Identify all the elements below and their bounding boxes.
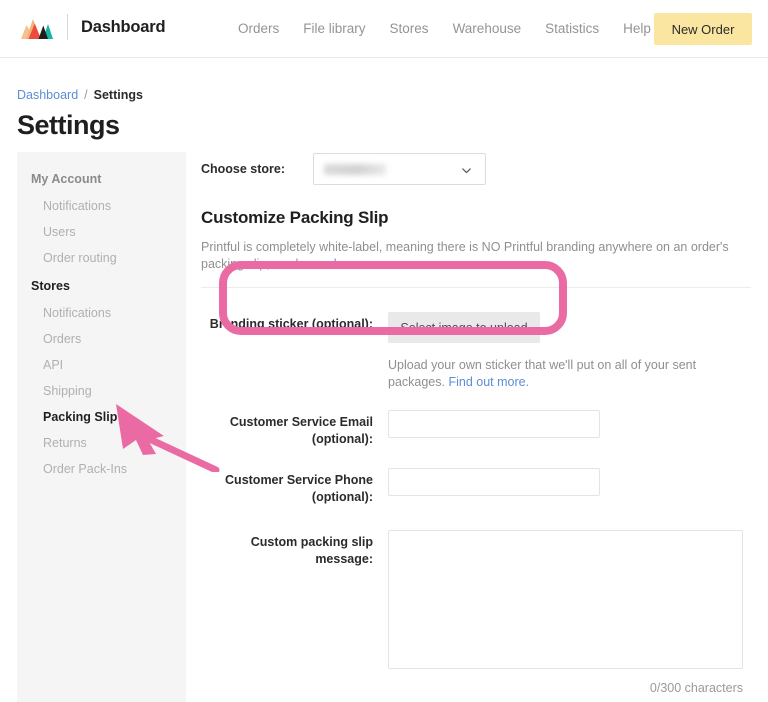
custom-packing-slip-message-row: Custom packing slip message: bbox=[201, 530, 753, 674]
section-description-here-link[interactable]: here bbox=[334, 257, 359, 271]
character-counter: 0/300 characters bbox=[201, 681, 743, 695]
branding-sticker-help-text: Upload your own sticker that we'll put o… bbox=[388, 357, 748, 391]
sidebar-item-returns[interactable]: Returns bbox=[17, 430, 186, 456]
top-navigation-bar: Dashboard Orders File library Stores War… bbox=[0, 0, 768, 58]
breadcrumb: Dashboard / Settings bbox=[17, 88, 143, 102]
customer-service-phone-label: Customer Service Phone (optional): bbox=[201, 468, 373, 506]
sidebar-item-orders[interactable]: Orders bbox=[17, 326, 186, 352]
brand[interactable]: Dashboard bbox=[21, 14, 165, 40]
breadcrumb-current-settings: Settings bbox=[94, 88, 143, 102]
custom-packing-slip-message-textarea[interactable] bbox=[388, 530, 743, 669]
sidebar-item-order-routing[interactable]: Order routing bbox=[17, 245, 186, 271]
section-title: Customize Packing Slip bbox=[201, 208, 753, 228]
store-select-value bbox=[324, 164, 386, 175]
store-chooser-row: Choose store: bbox=[201, 152, 753, 186]
settings-sidebar: My Account Notifications Users Order rou… bbox=[17, 152, 186, 702]
settings-page: Dashboard Orders File library Stores War… bbox=[0, 0, 768, 702]
nav-link-warehouse[interactable]: Warehouse bbox=[453, 21, 522, 36]
page-title: Settings bbox=[17, 110, 120, 141]
content-divider bbox=[201, 287, 751, 288]
settings-content: Choose store: Customize Packing Slip Pri… bbox=[201, 152, 753, 702]
customer-service-email-label-line2: (optional): bbox=[312, 432, 373, 446]
chevron-down-icon bbox=[461, 165, 472, 176]
customer-service-email-input[interactable] bbox=[388, 410, 600, 438]
sidebar-item-api[interactable]: API bbox=[17, 352, 186, 378]
breadcrumb-link-dashboard[interactable]: Dashboard bbox=[17, 88, 78, 102]
branding-sticker-label: Branding sticker (optional): bbox=[201, 312, 373, 333]
brand-divider bbox=[67, 14, 68, 40]
store-select[interactable] bbox=[313, 153, 486, 185]
section-description: Printful is completely white-label, mean… bbox=[201, 239, 746, 273]
customer-service-phone-row: Customer Service Phone (optional): bbox=[201, 468, 753, 506]
branding-sticker-row: Branding sticker (optional): Select imag… bbox=[201, 312, 753, 343]
sidebar-item-order-pack-ins[interactable]: Order Pack-Ins bbox=[17, 456, 186, 482]
breadcrumb-separator: / bbox=[84, 88, 87, 102]
customer-service-email-row: Customer Service Email (optional): bbox=[201, 410, 753, 448]
customer-service-phone-label-line1: Customer Service Phone bbox=[225, 473, 373, 487]
find-out-more-link[interactable]: Find out more. bbox=[448, 375, 529, 389]
customer-service-phone-input[interactable] bbox=[388, 468, 600, 496]
branding-sticker-help-lead: Upload your own sticker that we'll put o… bbox=[388, 358, 696, 389]
customer-service-email-label-line1: Customer Service Email bbox=[230, 415, 373, 429]
section-description-text: Printful is completely white-label, mean… bbox=[201, 240, 729, 271]
sidebar-group-my-account: My Account bbox=[17, 166, 186, 193]
sidebar-item-notifications-stores[interactable]: Notifications bbox=[17, 300, 186, 326]
nav-link-file-library[interactable]: File library bbox=[303, 21, 365, 36]
sidebar-item-users[interactable]: Users bbox=[17, 219, 186, 245]
section-description-tail: . bbox=[359, 257, 362, 271]
store-chooser-label: Choose store: bbox=[201, 162, 285, 176]
nav-link-statistics[interactable]: Statistics bbox=[545, 21, 599, 36]
customer-service-email-label: Customer Service Email (optional): bbox=[201, 410, 373, 448]
sidebar-group-stores: Stores bbox=[17, 273, 186, 300]
customer-service-phone-label-line2: (optional): bbox=[312, 490, 373, 504]
primary-nav: Orders File library Stores Warehouse Sta… bbox=[238, 21, 651, 36]
nav-link-stores[interactable]: Stores bbox=[390, 21, 429, 36]
brand-title: Dashboard bbox=[81, 18, 165, 37]
sidebar-item-shipping[interactable]: Shipping bbox=[17, 378, 186, 404]
sidebar-item-packing-slip[interactable]: Packing Slip bbox=[17, 404, 186, 430]
nav-link-help[interactable]: Help bbox=[623, 21, 651, 36]
select-image-to-upload-button[interactable]: Select image to upload bbox=[388, 312, 540, 343]
new-order-button[interactable]: New Order bbox=[654, 13, 752, 45]
nav-link-orders[interactable]: Orders bbox=[238, 21, 279, 36]
custom-packing-slip-message-label: Custom packing slip message: bbox=[201, 530, 373, 568]
printful-mountains-logo-icon bbox=[21, 15, 53, 39]
sidebar-item-notifications-account[interactable]: Notifications bbox=[17, 193, 186, 219]
